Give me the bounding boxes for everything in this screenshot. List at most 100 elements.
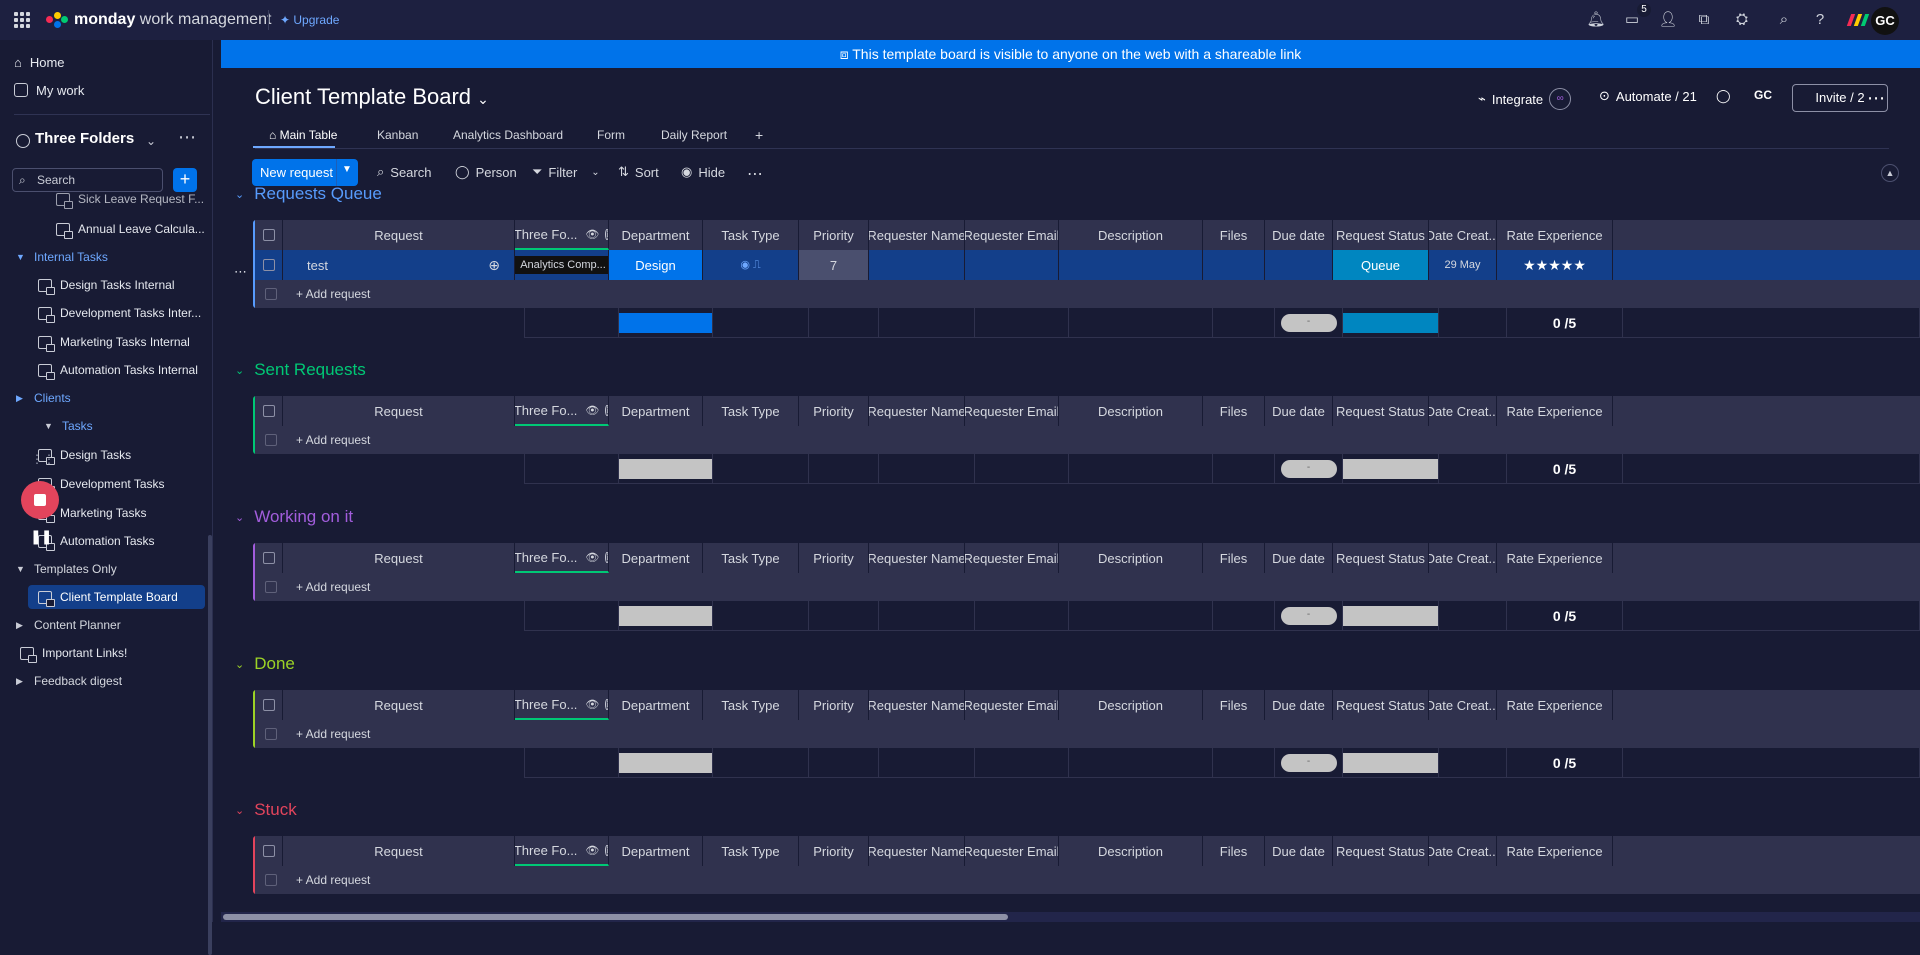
select-all-checkbox[interactable] (255, 690, 283, 720)
sidebar-item-annual-leave[interactable]: Annual Leave Calcula... (56, 218, 205, 240)
column-header[interactable]: Files (1203, 543, 1265, 573)
chevron-down-icon[interactable]: ⌄ (235, 188, 244, 201)
column-header[interactable]: Rate Experience (1497, 836, 1613, 866)
sidebar-item-important-links[interactable]: Important Links! (20, 642, 127, 664)
requester-email-cell[interactable] (965, 250, 1059, 280)
add-update-icon[interactable]: ⊕ (488, 257, 500, 274)
tab-analytics-dashboard[interactable]: Analytics Dashboard (453, 122, 563, 148)
filter-button[interactable]: ⏷ Filter ⌄ (532, 164, 600, 180)
integrate-button[interactable]: ⌁ Integrate ∞ (1478, 88, 1572, 110)
eye-icon[interactable]: 👁︎ (585, 698, 599, 711)
chevron-down-icon[interactable]: ⌄ (235, 658, 244, 671)
column-header[interactable]: Date Creat... (1429, 543, 1497, 573)
column-header[interactable]: Requester Email (965, 836, 1059, 866)
column-header[interactable]: Description (1059, 543, 1203, 573)
sidebar-folder-templates-only[interactable]: ▼ Templates Only (16, 559, 117, 579)
more-options-icon[interactable]: ⋯ (178, 127, 196, 148)
column-header[interactable]: Due date (1265, 220, 1333, 250)
column-header[interactable]: Date Creat... (1429, 836, 1497, 866)
column-header[interactable]: Department (609, 836, 703, 866)
column-header[interactable]: Task Type (703, 396, 799, 426)
column-header[interactable]: Priority (799, 690, 869, 720)
page-title[interactable]: Client Template Board ⌄ (255, 84, 489, 110)
add-request-row[interactable]: + Add request (255, 720, 1920, 748)
sidebar-item-marketing-internal[interactable]: Marketing Tasks Internal (38, 331, 190, 353)
updates-icon[interactable]: ◯ (1716, 88, 1731, 104)
column-header[interactable]: Description (1059, 836, 1203, 866)
column-header[interactable]: Requester Name (869, 836, 965, 866)
drag-handle-icon[interactable]: ⋮⋮ (31, 452, 55, 466)
due-date-summary[interactable]: - (1280, 313, 1337, 332)
column-header[interactable]: Due date (1265, 690, 1333, 720)
column-header[interactable]: Priority (799, 396, 869, 426)
chevron-down-icon[interactable]: ⌄ (591, 167, 599, 178)
column-header[interactable]: Request Status (1333, 836, 1429, 866)
column-header[interactable]: Requester Name (869, 543, 965, 573)
collapse-header-icon[interactable]: ▲ (1881, 164, 1899, 182)
user-avatar[interactable]: GC (1871, 7, 1899, 35)
add-request-row[interactable]: + Add request (255, 866, 1920, 894)
tab-main-table[interactable]: ⌂ Main Table (269, 122, 337, 148)
department-summary-bar[interactable] (619, 312, 712, 333)
sidebar-folder-internal-tasks[interactable]: ▼ Internal Tasks (16, 247, 108, 267)
task-type-cell[interactable]: ◉ ⎍ (703, 250, 799, 280)
scrollbar-thumb[interactable] (223, 914, 1008, 920)
column-header[interactable]: Date Creat... (1429, 396, 1497, 426)
sidebar-item-client-template-board[interactable]: Client Template Board (38, 586, 178, 608)
column-header[interactable]: Priority (799, 220, 869, 250)
integrations-icon[interactable]: ⛭ (1732, 10, 1752, 30)
search-button[interactable]: ⌕ Search (377, 164, 431, 180)
due-date-summary[interactable]: - (1280, 606, 1337, 625)
row-checkbox[interactable] (255, 250, 283, 280)
column-header[interactable]: Department (609, 543, 703, 573)
eye-icon[interactable]: 👁︎ (585, 844, 599, 857)
column-header[interactable]: Request Status (1333, 690, 1429, 720)
column-header[interactable]: Priority (799, 836, 869, 866)
column-header[interactable]: Requester Name (869, 396, 965, 426)
column-header[interactable]: Request (283, 836, 515, 866)
sidebar-item-design-internal[interactable]: Design Tasks Internal (38, 274, 175, 296)
column-header[interactable]: Rate Experience (1497, 220, 1613, 250)
sidebar-scrollbar[interactable] (208, 535, 212, 955)
due-date-summary[interactable]: - (1280, 459, 1337, 478)
group-title[interactable]: ⌄ Stuck (235, 800, 297, 820)
eye-icon[interactable]: 👁︎ (585, 551, 599, 564)
sort-button[interactable]: ⇅ Sort (618, 164, 659, 180)
column-header[interactable]: Rate Experience (1497, 690, 1613, 720)
column-header[interactable]: Due date (1265, 836, 1333, 866)
rate-experience-cell[interactable]: ★★★★★ (1497, 250, 1613, 280)
column-header[interactable]: Request (283, 396, 515, 426)
sidebar-item-sick-leave[interactable]: Sick Leave Request F... (56, 188, 204, 210)
add-request-row[interactable]: + Add request (255, 426, 1920, 454)
select-all-checkbox[interactable] (255, 836, 283, 866)
column-header[interactable]: Files (1203, 220, 1265, 250)
group-title[interactable]: ⌄ Sent Requests (235, 360, 366, 380)
column-header[interactable]: Department (609, 690, 703, 720)
column-header[interactable]: Request (283, 220, 515, 250)
column-header[interactable]: Requester Name (869, 220, 965, 250)
chevron-down-icon[interactable]: ⌄ (235, 804, 244, 817)
sidebar-item-automation-internal[interactable]: Automation Tasks Internal (38, 359, 198, 381)
request-cell[interactable]: test ⊕ (283, 250, 515, 280)
row-menu-icon[interactable]: ⋯ (234, 264, 247, 280)
column-header[interactable]: Request (283, 543, 515, 573)
column-header[interactable]: Request Status (1333, 220, 1429, 250)
chevron-down-icon[interactable]: ⌄ (235, 511, 244, 524)
select-all-checkbox[interactable] (255, 220, 283, 250)
sidebar-folder-tasks[interactable]: ▼ Tasks (44, 416, 93, 436)
status-summary-bar[interactable] (1343, 458, 1438, 479)
column-header[interactable]: Due date (1265, 396, 1333, 426)
add-request-row[interactable]: + Add request (255, 573, 1920, 601)
sidebar-item-dev-internal[interactable]: Development Tasks Inter... (38, 302, 201, 324)
select-all-checkbox[interactable] (255, 396, 283, 426)
table-row[interactable]: test ⊕ Analytics Comp... Design ◉ ⎍ 7 Que… (255, 250, 1920, 280)
workspace-name[interactable]: Three Folders (35, 130, 134, 147)
column-header[interactable]: Description (1059, 220, 1203, 250)
requester-name-cell[interactable] (869, 250, 965, 280)
select-all-checkbox[interactable] (255, 543, 283, 573)
column-header[interactable]: Three Fo... 👁︎ i (515, 396, 609, 426)
tab-daily-report[interactable]: Daily Report (661, 122, 727, 148)
column-header[interactable]: Request (283, 690, 515, 720)
chevron-down-icon[interactable]: ▼ (342, 164, 352, 175)
eye-icon[interactable]: 👁︎ (585, 404, 599, 417)
